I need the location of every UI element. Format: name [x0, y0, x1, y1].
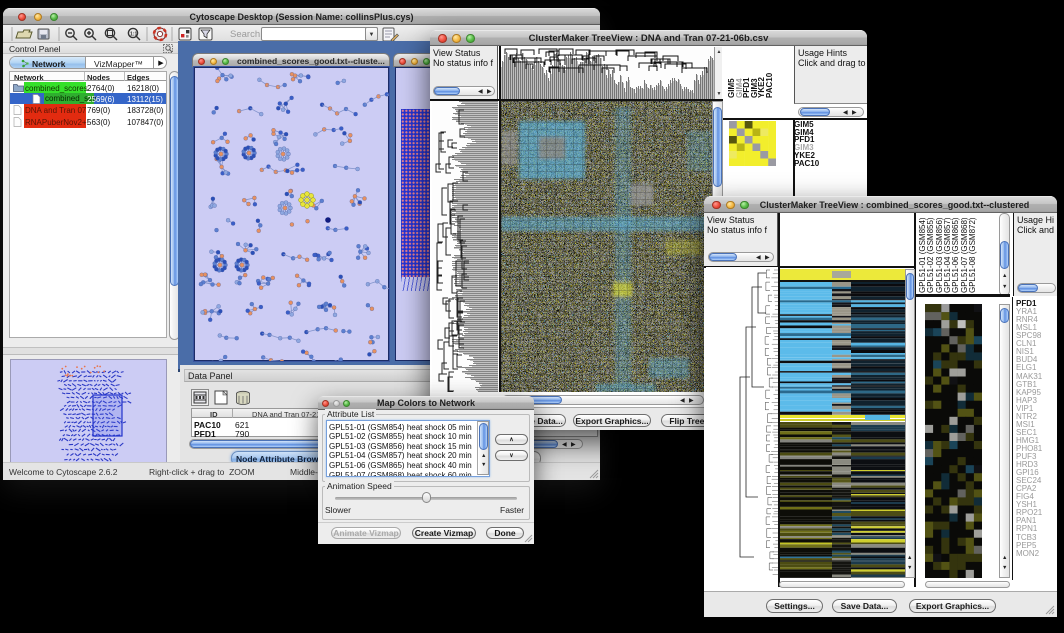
svg-text:1:1: 1:1	[130, 32, 137, 38]
